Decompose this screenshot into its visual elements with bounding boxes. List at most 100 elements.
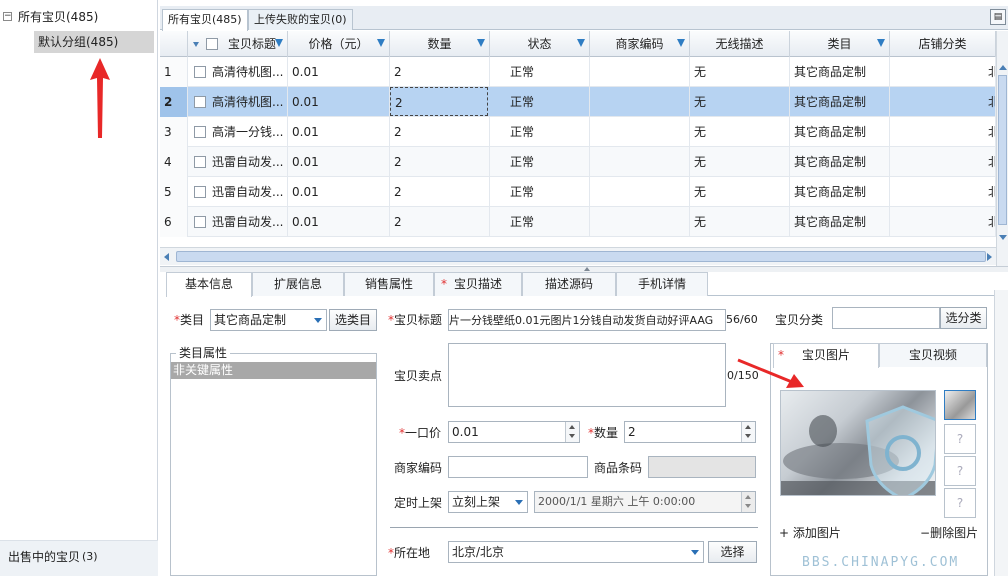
- row-checkbox[interactable]: [194, 66, 206, 78]
- cell-price[interactable]: 0.01: [288, 57, 390, 87]
- cell-qty[interactable]: 2: [390, 207, 490, 237]
- tab-item-description[interactable]: * 宝贝描述: [434, 272, 522, 296]
- column-header-shop-category[interactable]: 店铺分类: [890, 31, 996, 57]
- filter-icon[interactable]: [275, 39, 283, 47]
- image-thumbnail-3[interactable]: ?: [944, 456, 976, 486]
- cell-title[interactable]: 高清待机图...: [188, 87, 288, 117]
- stepper-down-icon[interactable]: [569, 434, 575, 438]
- tab-mobile-details[interactable]: 手机详情: [616, 272, 708, 296]
- stepper-up-icon[interactable]: [745, 495, 751, 499]
- tab-sales-attributes[interactable]: 销售属性: [344, 272, 434, 296]
- tab-extended-info[interactable]: 扩展信息: [252, 272, 344, 296]
- select-location-button[interactable]: 选择: [708, 541, 757, 563]
- add-image-link[interactable]: + 添加图片: [779, 523, 841, 543]
- on-sale-items-bar[interactable]: 出售中的宝贝 (3): [0, 540, 158, 576]
- column-header-title[interactable]: 宝贝标题: [188, 31, 288, 57]
- column-header-wireless[interactable]: 无线描述: [690, 31, 790, 57]
- cell-price[interactable]: 0.01: [288, 87, 390, 117]
- location-select[interactable]: 北京/北京: [448, 541, 704, 563]
- schedule-datetime-field[interactable]: 2000/1/1 星期六 上午 0:00:00: [534, 491, 756, 513]
- item-title-field[interactable]: 片一分钱壁纸0.01元图片1分钱自动发货自动好评AAG: [448, 309, 726, 331]
- cell-shop-category[interactable]: 北: [890, 207, 996, 237]
- cell-code[interactable]: [590, 207, 690, 237]
- non-key-attributes-row[interactable]: 非关键属性: [171, 362, 376, 379]
- chevron-down-icon[interactable]: [314, 318, 322, 323]
- merchant-code-field[interactable]: [448, 456, 588, 478]
- cell-wireless[interactable]: 无: [690, 87, 790, 117]
- splitter-grip-icon[interactable]: [584, 267, 590, 271]
- tab-description-source[interactable]: 描述源码: [522, 272, 616, 296]
- row-checkbox[interactable]: [194, 96, 206, 108]
- cell-code[interactable]: [590, 57, 690, 87]
- cell-qty[interactable]: 2: [390, 117, 490, 147]
- cell-category[interactable]: 其它商品定制: [790, 207, 890, 237]
- table-row[interactable]: 5 迅雷自动发... 0.01 2 正常 无 其它商品定制 北: [160, 177, 996, 207]
- shop-category-field[interactable]: [832, 307, 940, 329]
- selling-point-textarea[interactable]: [448, 343, 726, 407]
- cell-code[interactable]: [590, 177, 690, 207]
- stepper-up-icon[interactable]: [569, 425, 575, 429]
- tab-basic-info[interactable]: 基本信息: [166, 272, 252, 297]
- tree-collapse-icon[interactable]: −: [3, 12, 12, 21]
- cell-shop-category[interactable]: 北: [890, 177, 996, 207]
- cell-status[interactable]: 正常: [490, 147, 590, 177]
- cell-category[interactable]: 其它商品定制: [790, 117, 890, 147]
- stepper-down-icon[interactable]: [745, 504, 751, 508]
- cell-title[interactable]: 迅雷自动发...: [188, 147, 288, 177]
- grid-horizontal-scrollbar[interactable]: [160, 247, 996, 265]
- category-select[interactable]: 其它商品定制: [210, 309, 327, 331]
- filter-icon[interactable]: [577, 39, 585, 47]
- filter-icon[interactable]: [877, 39, 885, 47]
- table-row-selected[interactable]: 2 高清待机图... 0.01 2 正常 无 其它商品定制 北: [160, 87, 996, 117]
- main-product-image[interactable]: [780, 390, 936, 496]
- tab-all-items[interactable]: 所有宝贝(485): [162, 9, 248, 31]
- cell-qty[interactable]: 2: [390, 57, 490, 87]
- price-stepper[interactable]: 0.01: [448, 421, 580, 443]
- stepper-buttons[interactable]: [741, 422, 755, 442]
- table-row[interactable]: 4 迅雷自动发... 0.01 2 正常 无 其它商品定制 北: [160, 147, 996, 177]
- cell-title[interactable]: 迅雷自动发...: [188, 177, 288, 207]
- cell-wireless[interactable]: 无: [690, 57, 790, 87]
- cell-status[interactable]: 正常: [490, 57, 590, 87]
- tab-upload-failed[interactable]: 上传失败的宝贝(0): [248, 9, 353, 30]
- chevron-down-icon[interactable]: [691, 550, 699, 555]
- table-row[interactable]: 3 高清一分钱... 0.01 2 正常 无 其它商品定制 北: [160, 117, 996, 147]
- stepper-up-icon[interactable]: [745, 425, 751, 429]
- select-all-checkbox[interactable]: [206, 38, 218, 50]
- row-checkbox[interactable]: [194, 126, 206, 138]
- cell-shop-category[interactable]: 北: [890, 117, 996, 147]
- cell-status[interactable]: 正常: [490, 207, 590, 237]
- scroll-down-icon[interactable]: [999, 235, 1007, 240]
- delete-image-link[interactable]: −删除图片: [920, 523, 978, 543]
- select-category-button[interactable]: 选类目: [329, 309, 377, 331]
- cell-title[interactable]: 迅雷自动发...: [188, 207, 288, 237]
- tree-root-all-items[interactable]: 所有宝贝(485): [18, 7, 98, 27]
- cell-wireless[interactable]: 无: [690, 117, 790, 147]
- stepper-down-icon[interactable]: [745, 434, 751, 438]
- cell-code[interactable]: [590, 117, 690, 147]
- cell-qty-focused[interactable]: 2: [390, 87, 488, 116]
- filter-icon[interactable]: [477, 39, 485, 47]
- scroll-thumb[interactable]: [998, 75, 1007, 225]
- cell-price[interactable]: 0.01: [288, 207, 390, 237]
- cell-category[interactable]: 其它商品定制: [790, 177, 890, 207]
- cell-price[interactable]: 0.01: [288, 117, 390, 147]
- cell-category[interactable]: 其它商品定制: [790, 147, 890, 177]
- scroll-thumb[interactable]: [176, 251, 986, 262]
- table-row[interactable]: 1 高清待机图... 0.01 2 正常 无 其它商品定制 北: [160, 57, 996, 87]
- column-header-qty[interactable]: 数量: [390, 31, 490, 57]
- grid-vertical-scrollbar[interactable]: [996, 31, 1008, 266]
- sort-icon[interactable]: [193, 42, 199, 47]
- column-header-code[interactable]: 商家编码: [590, 31, 690, 57]
- column-header-status[interactable]: 状态: [490, 31, 590, 57]
- column-header-price[interactable]: 价格（元）: [288, 31, 390, 57]
- stepper-buttons[interactable]: [741, 492, 755, 512]
- cell-code[interactable]: [590, 147, 690, 177]
- cell-wireless[interactable]: 无: [690, 147, 790, 177]
- cell-category[interactable]: 其它商品定制: [790, 57, 890, 87]
- cell-status[interactable]: 正常: [490, 87, 590, 117]
- row-checkbox[interactable]: [194, 156, 206, 168]
- right-scrollbar[interactable]: [994, 290, 1008, 576]
- scroll-up-icon[interactable]: [999, 65, 1007, 70]
- filter-icon[interactable]: [377, 39, 385, 47]
